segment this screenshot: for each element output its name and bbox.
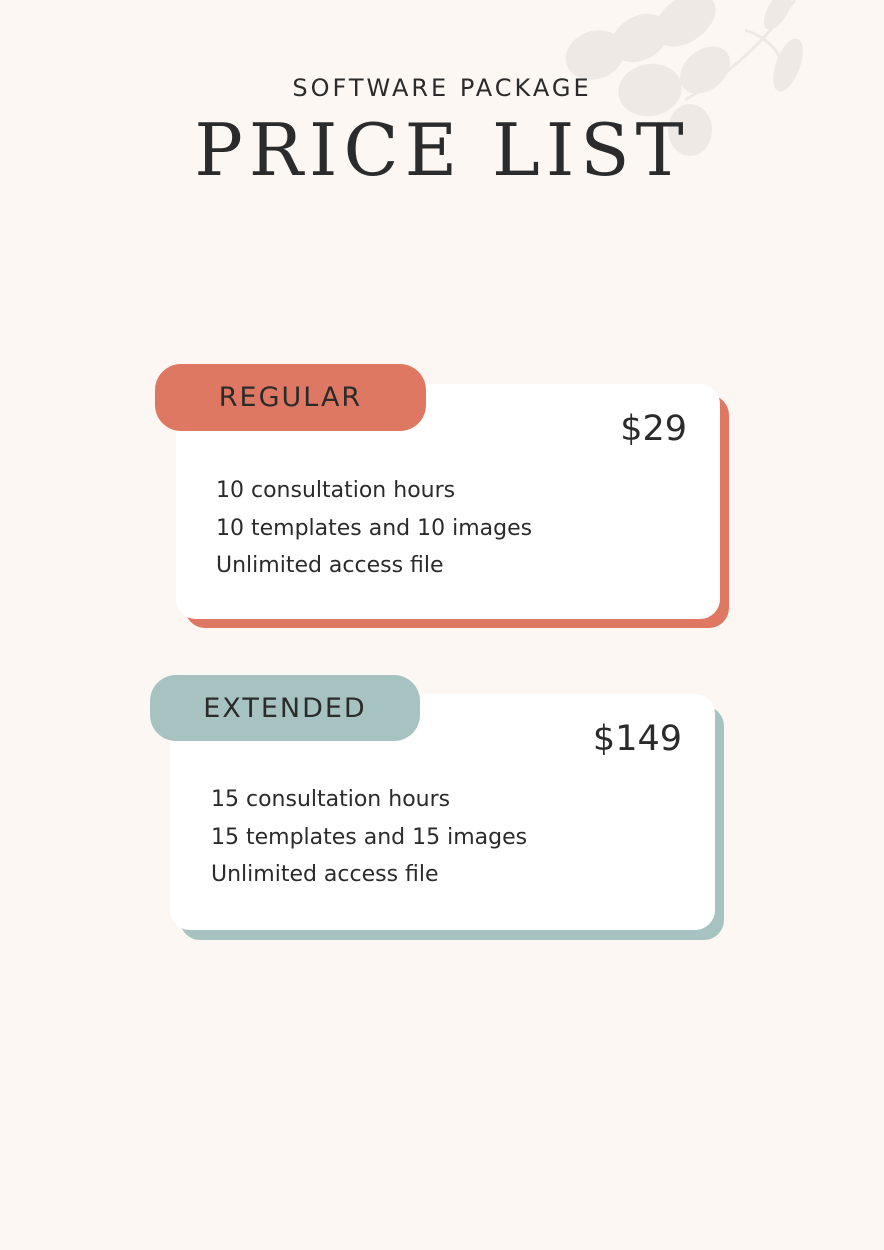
feature-list: 15 consultation hours 15 templates and 1… xyxy=(211,781,527,894)
feature-item: 10 consultation hours xyxy=(216,478,456,503)
page-title: PRICE LIST xyxy=(194,108,690,192)
plan-name-tag: REGULAR xyxy=(155,364,426,431)
plan-name-tag: EXTENDED xyxy=(150,675,420,741)
feature-item: 15 consultation hours xyxy=(211,787,451,812)
feature-item: 10 templates and 10 images xyxy=(216,515,533,541)
feature-item: Unlimited access file xyxy=(211,862,439,887)
feature-list: 10 consultation hours 10 templates and 1… xyxy=(216,472,532,585)
feature-item: 15 templates and 15 images xyxy=(211,824,528,850)
plan-price: $149 xyxy=(592,719,682,759)
page-subtitle: SOFTWARE PACKAGE xyxy=(292,74,592,102)
plan-price: $29 xyxy=(620,409,687,449)
feature-item: Unlimited access file xyxy=(216,553,444,578)
